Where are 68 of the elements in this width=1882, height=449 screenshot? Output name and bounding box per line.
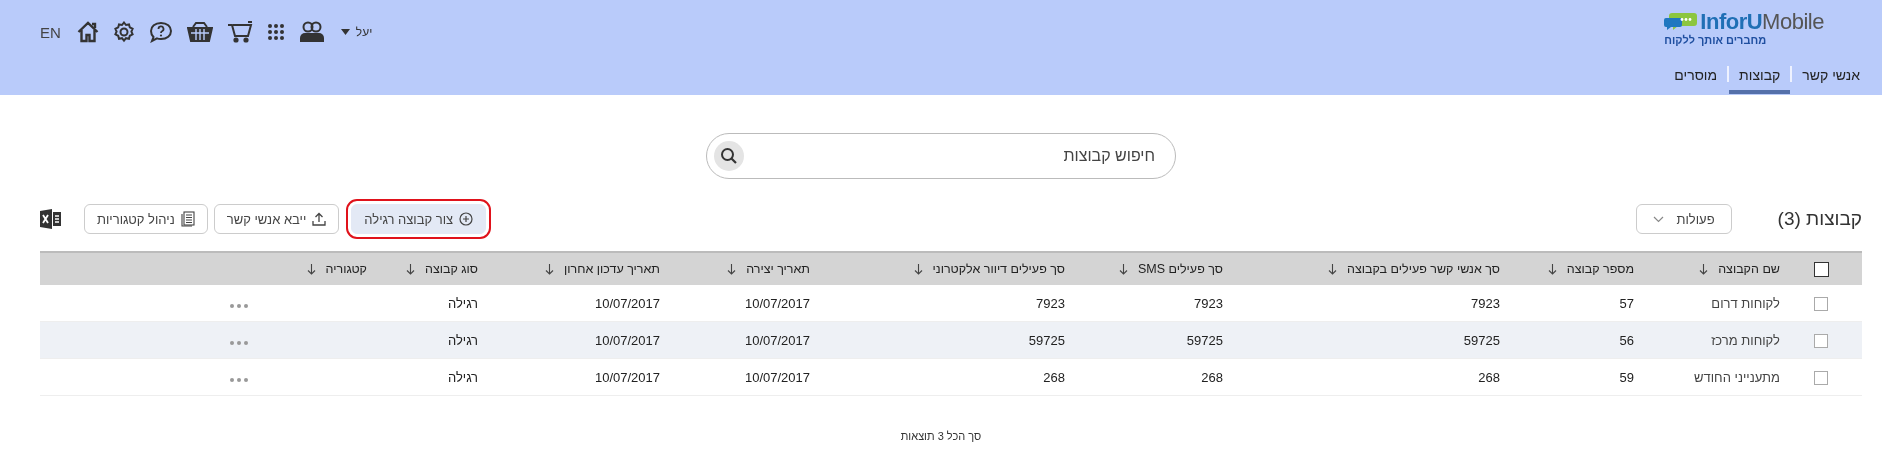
sort-icon[interactable] [1699, 263, 1709, 275]
table-cell: רגילה [447, 295, 478, 311]
table-cell: מתענייני החודש [1694, 369, 1780, 385]
column-header[interactable]: שם הקבוצה [1718, 262, 1780, 276]
nav-tab[interactable]: מוסרים [1664, 67, 1728, 94]
people-icon[interactable] [298, 21, 325, 43]
page-title: קבוצות (3) [1777, 208, 1862, 230]
table-cell: 59 [1619, 369, 1634, 385]
search-icon[interactable] [714, 141, 744, 171]
grid-icon[interactable] [266, 23, 285, 41]
table-cell: 59725 [1186, 332, 1223, 348]
more-icon[interactable] [230, 377, 248, 382]
row-checkbox[interactable] [1814, 296, 1828, 311]
table-cell: לקוחות מרכז [1711, 332, 1780, 348]
search-field[interactable]: חיפוש קבוצות [706, 133, 1176, 179]
language-link[interactable]: EN [40, 23, 61, 41]
table-cell: 10/07/2017 [594, 369, 660, 385]
logo-tagline: מחברים אותך ללקוח [1664, 34, 1767, 47]
user-name[interactable]: יעל [355, 25, 373, 39]
table-cell: רגילה [447, 369, 478, 385]
table-cell: 10/07/2017 [744, 369, 810, 385]
table-cell: 10/07/2017 [744, 295, 810, 311]
help-icon[interactable] [148, 21, 173, 43]
column-header[interactable]: תאריך יצירה [746, 262, 810, 276]
logo-text: InforUMobile [1700, 10, 1824, 34]
table-cell: 268 [1043, 369, 1065, 385]
column-header[interactable]: קטגוריה [325, 262, 367, 276]
table-cell: 7923 [1194, 295, 1223, 311]
sort-icon[interactable] [306, 263, 316, 275]
home-icon[interactable] [76, 21, 99, 43]
categories-button[interactable]: ניהול קטגוריות [84, 204, 208, 234]
table-cell: 59725 [1028, 332, 1065, 348]
sort-icon[interactable] [405, 263, 415, 275]
more-icon[interactable] [230, 303, 248, 308]
table-cell: רגילה [447, 332, 478, 348]
results-count: סך הכל 3 תוצאות [900, 430, 982, 442]
sort-icon[interactable] [1328, 263, 1338, 275]
table-cell: 268 [1201, 369, 1223, 385]
table-cell: 268 [1478, 369, 1500, 385]
plus-circle-icon [459, 212, 474, 226]
settings-icon[interactable] [112, 21, 135, 43]
table-cell: 56 [1619, 332, 1634, 348]
upload-icon [312, 212, 327, 226]
chevron-icon [1653, 215, 1665, 223]
table-cell: לקוחות דרום [1711, 295, 1780, 311]
sort-icon[interactable] [1118, 263, 1128, 275]
table-cell: 7923 [1036, 295, 1065, 311]
actions-dropdown[interactable]: פעולות [1636, 204, 1732, 234]
table-cell: 10/07/2017 [744, 332, 810, 348]
row-checkbox[interactable] [1814, 370, 1828, 385]
table-cell: 7923 [1471, 295, 1500, 311]
select-all-checkbox[interactable] [1813, 261, 1829, 277]
excel-icon[interactable] [40, 209, 62, 229]
table-cell: 59725 [1463, 332, 1500, 348]
basket-icon[interactable] [186, 21, 213, 43]
table-cell: 57 [1619, 295, 1634, 311]
table-cell: 10/07/2017 [594, 295, 660, 311]
cart-icon[interactable] [226, 21, 253, 43]
document-icon [180, 211, 195, 227]
table-cell: 10/07/2017 [594, 332, 660, 348]
sort-icon[interactable] [727, 263, 737, 275]
import-button[interactable]: ייבא אנשי קשר [213, 204, 340, 234]
sort-icon[interactable] [1547, 263, 1557, 275]
caret-icon[interactable] [340, 29, 350, 35]
sort-icon[interactable] [545, 263, 555, 275]
nav-tab[interactable]: אנשי קשר [1792, 67, 1860, 94]
row-checkbox[interactable] [1814, 333, 1828, 348]
sort-icon[interactable] [913, 263, 923, 275]
